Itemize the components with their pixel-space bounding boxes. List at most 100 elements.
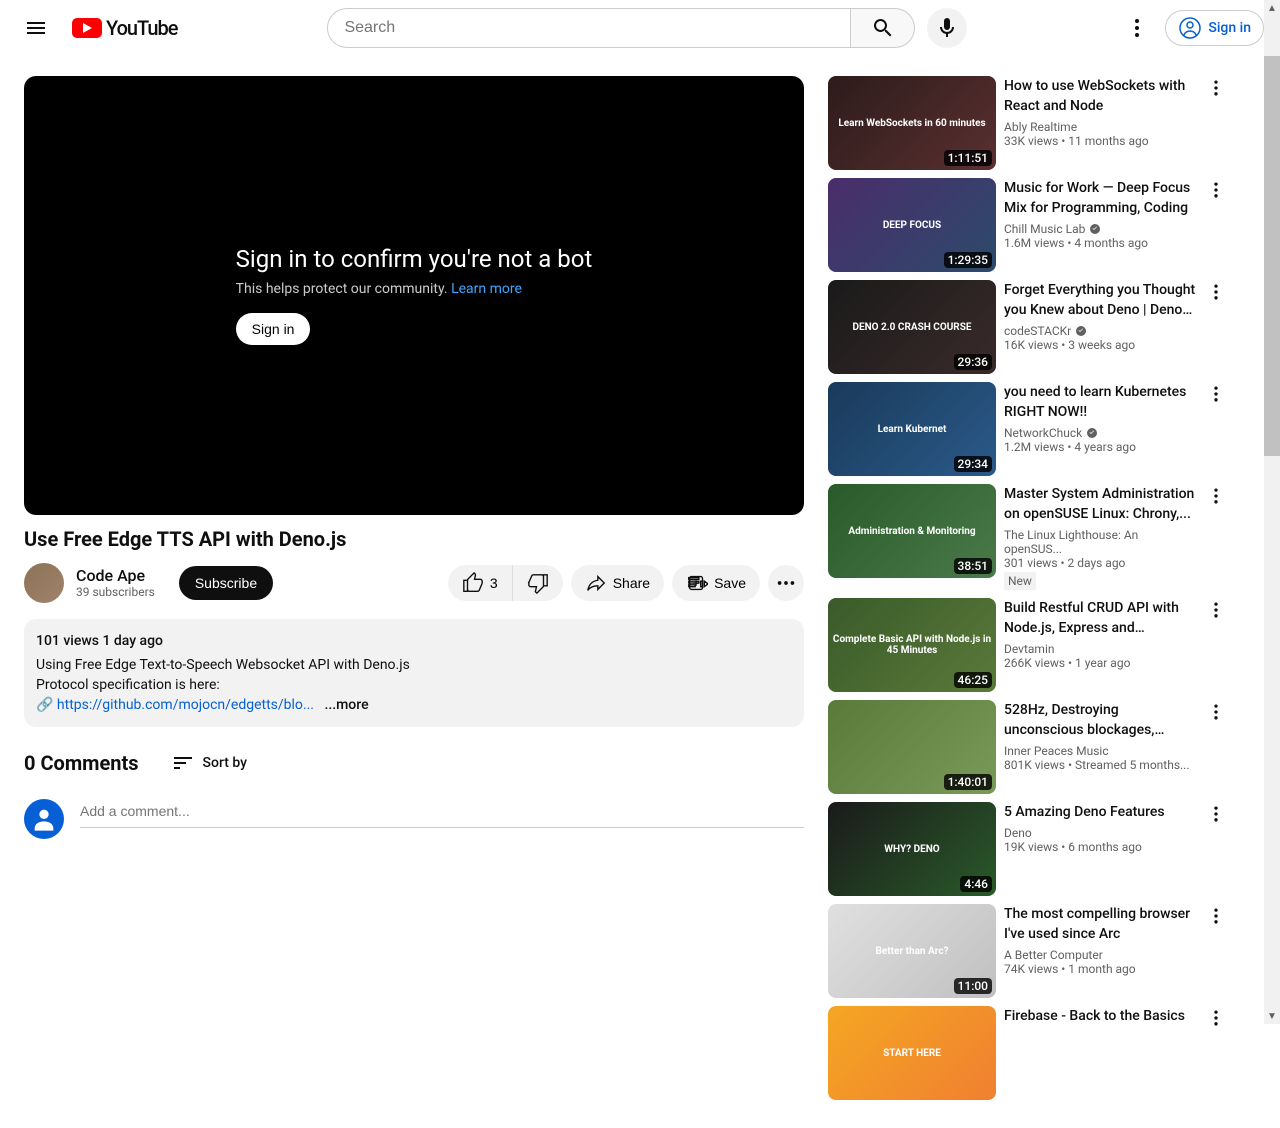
recommendation-meta: 19K views • 6 months ago [1004, 840, 1196, 854]
dislike-button[interactable] [513, 565, 563, 601]
recommendation-channel[interactable]: Devtamin [1004, 642, 1196, 656]
more-actions-button[interactable] [768, 565, 804, 601]
comment-input-row [24, 799, 804, 839]
recommendation-thumbnail[interactable]: 1:40:01 [828, 700, 996, 794]
new-badge: New [1004, 572, 1036, 590]
recommendation-meta: 1.2M views • 4 years ago [1004, 440, 1196, 454]
search-button[interactable] [851, 8, 915, 48]
recommendation-item[interactable]: Complete Basic API with Node.js in 45 Mi… [828, 598, 1228, 692]
recommendation-title[interactable]: Forget Everything you Thought you Knew a… [1004, 280, 1196, 320]
recommendation-menu-button[interactable] [1204, 598, 1228, 692]
recommendation-title[interactable]: 5 Amazing Deno Features [1004, 802, 1196, 822]
recommendation-title[interactable]: Firebase - Back to the Basics [1004, 1006, 1196, 1026]
sort-comments-button[interactable]: Sort by [171, 751, 248, 775]
recommendation-channel[interactable]: A Better Computer [1004, 948, 1196, 962]
recommendation-title[interactable]: Build Restful CRUD API with Node.js, Exp… [1004, 598, 1196, 638]
save-button[interactable]: Save [672, 565, 760, 601]
recommendation-thumbnail[interactable]: Complete Basic API with Node.js in 45 Mi… [828, 598, 996, 692]
recommendation-menu-button[interactable] [1204, 178, 1228, 272]
like-button[interactable]: 3 [448, 565, 513, 601]
recommendation-info: you need to learn Kubernetes RIGHT NOW!!… [1004, 382, 1196, 476]
signin-label: Sign in [1208, 20, 1251, 36]
recommendation-title[interactable]: Music for Work — Deep Focus Mix for Prog… [1004, 178, 1196, 218]
recommendation-menu-button[interactable] [1204, 484, 1228, 590]
kebab-icon [1206, 384, 1226, 404]
video-description[interactable]: 101 views 1 day ago Using Free Edge Text… [24, 619, 804, 727]
video-actions: 3 Share Save [448, 565, 804, 601]
recommendation-item[interactable]: 1:40:01 528Hz, Destroying unconscious bl… [828, 700, 1228, 794]
user-avatar[interactable] [24, 799, 64, 839]
video-duration: 1:11:51 [944, 150, 992, 166]
channel-text: Code Ape 39 subscribers [76, 566, 155, 599]
show-more-button[interactable]: ...more [324, 697, 368, 713]
settings-button[interactable] [1117, 8, 1157, 48]
channel-avatar[interactable] [24, 563, 64, 603]
learn-more-link[interactable]: Learn more [451, 281, 522, 297]
comment-input[interactable] [80, 799, 804, 828]
recommendation-menu-button[interactable] [1204, 280, 1228, 374]
recommendation-channel[interactable]: NetworkChuck [1004, 426, 1196, 440]
recommendation-channel[interactable]: Chill Music Lab [1004, 222, 1196, 236]
recommendation-thumbnail[interactable]: DEEP FOCUS 1:29:35 [828, 178, 996, 272]
recommendation-menu-button[interactable] [1204, 1006, 1228, 1100]
recommendation-thumbnail[interactable]: WHY? DENO 4:46 [828, 802, 996, 896]
voice-search-button[interactable] [927, 8, 967, 48]
kebab-icon [1206, 804, 1226, 824]
recommendation-item[interactable]: WHY? DENO 4:46 5 Amazing Deno Features D… [828, 802, 1228, 896]
recommendation-item[interactable]: DEEP FOCUS 1:29:35 Music for Work — Deep… [828, 178, 1228, 272]
recommendation-menu-button[interactable] [1204, 700, 1228, 794]
save-icon [686, 572, 708, 594]
hamburger-menu-button[interactable] [16, 8, 56, 48]
scroll-down-arrow[interactable]: ▼ [1264, 1008, 1280, 1024]
player-signin-button[interactable]: Sign in [236, 313, 311, 345]
recommendation-info: How to use WebSockets with React and Nod… [1004, 76, 1196, 170]
microphone-icon [935, 16, 959, 40]
recommendation-channel[interactable]: The Linux Lighthouse: An openSUS... [1004, 528, 1196, 556]
scrollbar-thumb[interactable] [1264, 56, 1280, 456]
header-center [327, 8, 967, 48]
share-button[interactable]: Share [571, 565, 664, 601]
scroll-up-arrow[interactable]: ▲ [1264, 0, 1280, 16]
recommendation-channel[interactable]: Deno [1004, 826, 1196, 840]
header-left: YouTube [16, 8, 178, 48]
signin-button[interactable]: Sign in [1165, 10, 1264, 46]
recommendation-channel[interactable]: codeSTACKr [1004, 324, 1196, 338]
kebab-icon [1206, 180, 1226, 200]
recommendation-thumbnail[interactable]: START HERE [828, 1006, 996, 1100]
recommendation-item[interactable]: Administration & Monitoring 38:51 Master… [828, 484, 1228, 590]
header-right: Sign in [1117, 8, 1264, 48]
recommendation-title[interactable]: 528Hz, Destroying unconscious blockages,… [1004, 700, 1196, 740]
search-input[interactable] [327, 8, 851, 48]
recommendation-meta: 16K views • 3 weeks ago [1004, 338, 1196, 352]
recommendation-thumbnail[interactable]: DENO 2.0 CRASH COURSE 29:36 [828, 280, 996, 374]
recommendation-menu-button[interactable] [1204, 802, 1228, 896]
player-bot-message: Sign in to confirm you're not a bot [236, 245, 593, 273]
recommendation-title[interactable]: Master System Administration on openSUSE… [1004, 484, 1196, 524]
recommendation-item[interactable]: Better than Arc? 11:00 The most compelli… [828, 904, 1228, 998]
recommendation-channel[interactable]: Inner Peaces Music [1004, 744, 1196, 758]
recommendation-thumbnail[interactable]: Better than Arc? 11:00 [828, 904, 996, 998]
description-link[interactable]: https://github.com/mojocn/edgetts/blo... [57, 697, 314, 713]
recommendation-info: Firebase - Back to the Basics [1004, 1006, 1196, 1100]
channel-name[interactable]: Code Ape [76, 566, 155, 585]
recommendation-item[interactable]: Learn WebSockets in 60 minutes 1:11:51 H… [828, 76, 1228, 170]
youtube-play-icon [72, 18, 102, 38]
recommendation-title[interactable]: How to use WebSockets with React and Nod… [1004, 76, 1196, 116]
recommendation-title[interactable]: you need to learn Kubernetes RIGHT NOW!! [1004, 382, 1196, 422]
recommendation-channel[interactable]: Ably Realtime [1004, 120, 1196, 134]
youtube-logo[interactable]: YouTube [72, 16, 178, 40]
recommendation-item[interactable]: START HERE Firebase - Back to the Basics [828, 1006, 1228, 1100]
subscribe-button[interactable]: Subscribe [179, 566, 273, 600]
recommendation-title[interactable]: The most compelling browser I've used si… [1004, 904, 1196, 944]
video-player[interactable]: Sign in to confirm you're not a bot This… [24, 76, 804, 515]
recommendation-menu-button[interactable] [1204, 382, 1228, 476]
recommendation-thumbnail[interactable]: Administration & Monitoring 38:51 [828, 484, 996, 578]
recommendation-thumbnail[interactable]: Learn Kubernet 29:34 [828, 382, 996, 476]
recommendation-item[interactable]: DENO 2.0 CRASH COURSE 29:36 Forget Every… [828, 280, 1228, 374]
scrollbar[interactable]: ▲ ▼ [1264, 0, 1280, 1024]
recommendation-menu-button[interactable] [1204, 904, 1228, 998]
kebab-icon [1206, 486, 1226, 506]
recommendation-thumbnail[interactable]: Learn WebSockets in 60 minutes 1:11:51 [828, 76, 996, 170]
recommendation-item[interactable]: Learn Kubernet 29:34 you need to learn K… [828, 382, 1228, 476]
recommendation-menu-button[interactable] [1204, 76, 1228, 170]
